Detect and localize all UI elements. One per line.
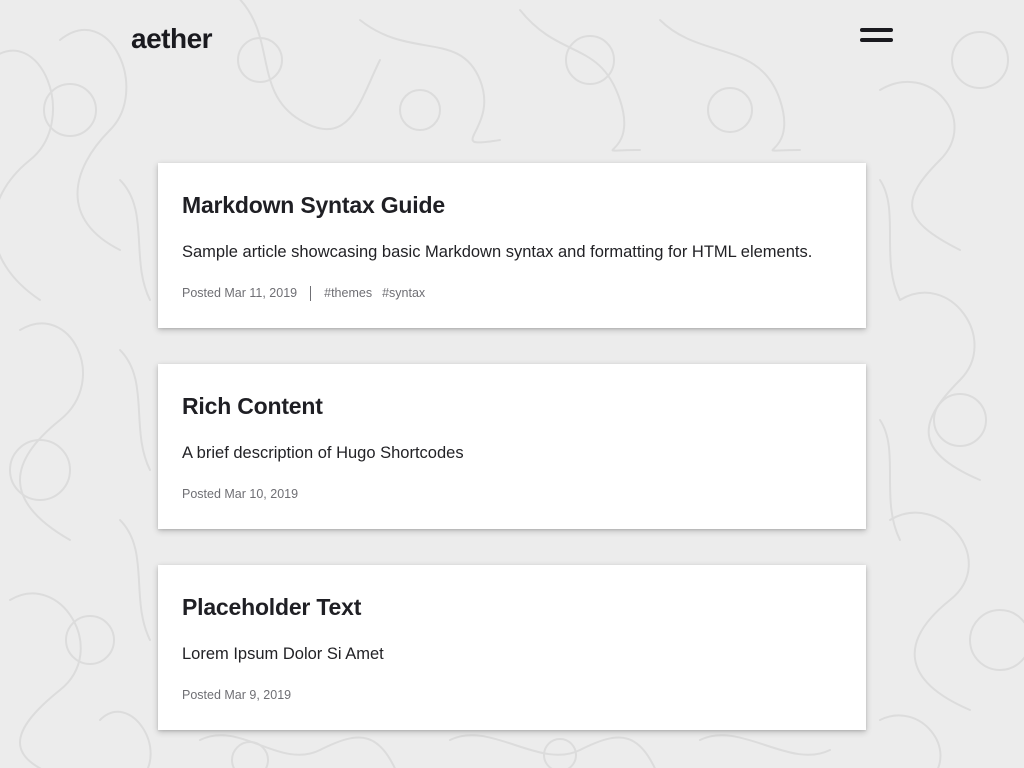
meta-divider [310,285,312,301]
post-date: Posted Mar 10, 2019 [182,487,299,501]
menu-bar-bottom [860,38,893,42]
post-title-link[interactable]: Placeholder Text [182,593,361,621]
post-card[interactable]: Rich Content A brief description of Hugo… [158,364,866,529]
tag-link-themes[interactable]: #themes [324,285,372,301]
post-card[interactable]: Markdown Syntax Guide Sample article sho… [158,163,866,328]
post-card[interactable]: Placeholder Text Lorem Ipsum Dolor Si Am… [158,565,866,730]
post-summary: Sample article showcasing basic Markdown… [182,243,813,261]
menu-bar-top [860,28,893,32]
post-summary: A brief description of Hugo Shortcodes [182,444,464,462]
site-header: aether [0,0,1024,80]
tag-link-syntax[interactable]: #syntax [382,285,425,301]
post-list: Markdown Syntax Guide Sample article sho… [158,163,866,766]
hamburger-menu-icon[interactable] [856,24,896,48]
post-meta: Posted Mar 9, 2019 [182,687,291,703]
post-meta: Posted Mar 11, 2019 #themes #syntax [182,285,435,301]
post-date: Posted Mar 11, 2019 [182,286,298,300]
post-title-link[interactable]: Markdown Syntax Guide [182,191,445,219]
post-meta: Posted Mar 10, 2019 [182,486,298,502]
post-date: Posted Mar 9, 2019 [182,688,292,702]
post-title-link[interactable]: Rich Content [182,392,323,420]
post-summary: Lorem Ipsum Dolor Si Amet [182,645,384,663]
site-title-link[interactable]: aether [131,22,213,56]
